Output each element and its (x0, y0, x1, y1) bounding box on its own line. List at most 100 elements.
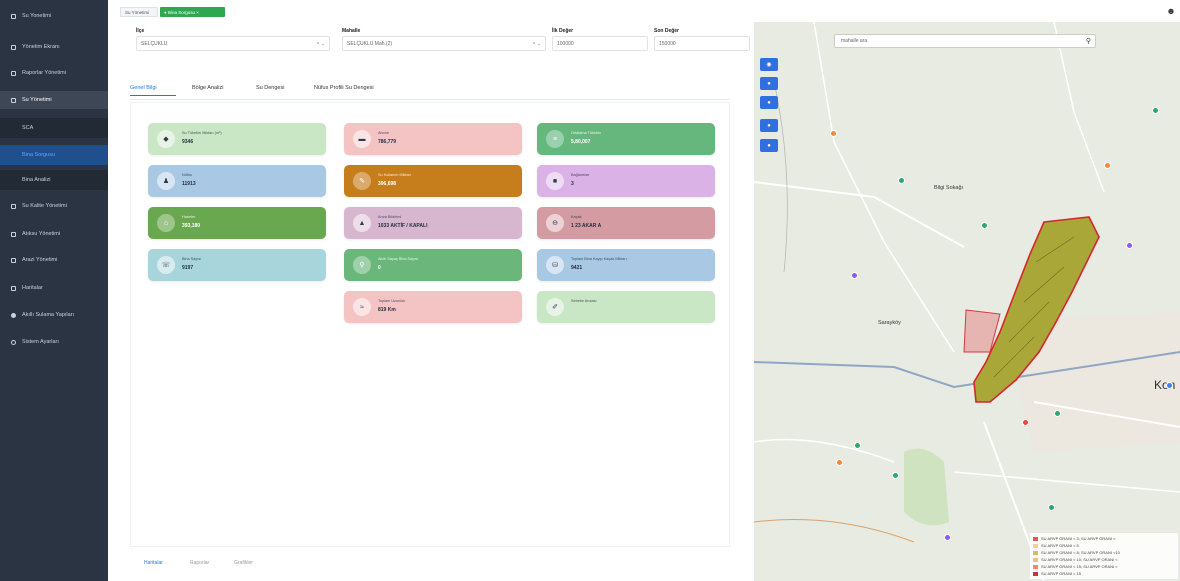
map-poi-marker[interactable] (1054, 410, 1061, 417)
map-layer-button[interactable]: ● (760, 77, 778, 90)
stat-value: 5,80,007 (571, 139, 591, 145)
map-poi-marker[interactable] (1152, 107, 1159, 114)
active-page-tab[interactable]: ● Bina Sorgusu × (160, 7, 225, 17)
district-value: SELÇUKLU (141, 40, 168, 47)
sidebar-item-wastewater[interactable]: Atıksu Yönetimi (0, 225, 108, 243)
stat-label: Akıllı Sayaç Bina Sayısı (378, 257, 419, 261)
stat-value: 1033 AKTİF / KAPALI (378, 223, 428, 229)
map-point-button[interactable]: ● (760, 96, 778, 109)
person-icon: ♟ (157, 172, 175, 190)
sidebar-item-label: Haritalar (22, 285, 43, 291)
stat-value: 9346 (182, 139, 194, 145)
sidebar-item-water[interactable]: Su Yönetimi (0, 91, 108, 109)
sidebar-subitem-label: Bina Sorgusu (22, 152, 56, 158)
start-value-input[interactable]: 100000 (552, 36, 648, 51)
map-poi-marker[interactable] (1104, 162, 1111, 169)
sidebar-item-settings[interactable]: Sistem Ayarları (0, 333, 108, 351)
map-draw-button[interactable]: ● (760, 139, 778, 152)
map-canvas (754, 22, 1180, 581)
report-icon (11, 70, 16, 76)
stat-card-fault-reports: ▲ Arıza Bildirimi 1033 AKTİF / KAPALI (344, 207, 522, 239)
content-tabs: Genel Bilgi Bölge Analizi Su Dengesi Nüf… (130, 85, 730, 99)
stat-value: 1 23 AKAR A (571, 223, 602, 229)
sidebar-item-home[interactable]: Su Yonetimi (0, 7, 108, 25)
map-poi-marker[interactable] (944, 534, 951, 541)
legend-label: SU ARVP ORANI < 15; SU ARVP ORANI < (1041, 564, 1118, 569)
stat-label: Toplam Uzunluk (378, 299, 406, 303)
tab-region-analysis[interactable]: Bölge Analizi (192, 85, 224, 91)
tab-charts[interactable]: Grafikler (234, 560, 253, 566)
sidebar-item-smart-irrigation[interactable]: Akıllı Sulama Yapıları (0, 306, 108, 324)
tab-general[interactable]: Genel Bilgi (130, 85, 157, 91)
legend-row: SU ARVP ORANI < 10; SU ARVP ORANI < (1033, 556, 1175, 563)
map-poi-marker[interactable] (898, 177, 905, 184)
stat-card-avg-consumption: ≡ Ortalama Tüketim 5,80,007 (537, 123, 715, 155)
tab-reports[interactable]: Raporlar (190, 560, 209, 566)
user-icon[interactable]: ☻ (1166, 6, 1176, 16)
map-poi-marker[interactable] (851, 272, 858, 279)
phone-icon: ☏ (157, 256, 175, 274)
pipe-icon: ≈ (353, 298, 371, 316)
clear-chevron-icon[interactable]: × ⌄ (533, 41, 542, 47)
stat-label: Nüfus (182, 173, 192, 177)
tab-water-balance[interactable]: Su Dengesi (256, 85, 284, 91)
map-poi-marker[interactable] (1022, 419, 1029, 426)
sidebar-item-label: Atıksu Yönetimi (22, 231, 61, 237)
sidebar-subitem-bina-sorgusu[interactable]: Bina Sorgusu (0, 145, 108, 165)
sidebar-item-land[interactable]: Arazi Yönetimi (0, 251, 108, 269)
sidebar: Su Yonetimi Yönetim Ekranı Raporlar Yöne… (0, 0, 108, 581)
map-poi-marker[interactable] (830, 130, 837, 137)
stat-card-households: ⌂ Haneler 393,180 (148, 207, 326, 239)
end-value-input[interactable]: 150000 (654, 36, 750, 51)
search-icon[interactable]: ⚲ (1086, 37, 1091, 45)
loss-icon: ⛁ (546, 256, 564, 274)
neighborhood-select[interactable]: SELÇUKLU Mah.(2) × ⌄ (342, 36, 546, 51)
stat-card-smart-meters: ⚲ Akıllı Sayaç Bina Sayısı 0 (344, 249, 522, 281)
legend-label: SU ARVP ORANI < 10; SU ARVP ORANI < (1041, 557, 1118, 562)
sidebar-subitem-bina-analizi[interactable]: Bina Analizi (0, 170, 108, 190)
tab-population-water-balance[interactable]: Nüfus Profili Su Dengesi (314, 85, 374, 91)
map-search-input[interactable]: mahalle ara ⚲ (834, 34, 1096, 48)
sidebar-subitem-sca[interactable]: SCA (0, 118, 108, 138)
water-icon (11, 97, 16, 103)
map-poi-marker[interactable] (1166, 382, 1173, 389)
map-poi-marker[interactable] (1048, 504, 1055, 511)
breadcrumb-tab[interactable]: Su Yönetimi (120, 7, 158, 17)
grid-icon (11, 231, 16, 237)
map-poi-marker[interactable] (1126, 242, 1133, 249)
map-home-button[interactable]: ◉ (760, 58, 778, 71)
leak-icon: ⊖ (546, 214, 564, 232)
legend-label: SU ARVP ORANI < 8; SU ARVP ORANI <10 (1041, 550, 1120, 555)
sidebar-item-label: Sistem Ayarları (22, 339, 59, 345)
stat-card-population: ♟ Nüfus 11913 (148, 165, 326, 197)
bed-icon: ▬ (353, 130, 371, 148)
sidebar-item-reports[interactable]: Raporlar Yönetimi (0, 64, 108, 82)
map-poi-marker[interactable] (836, 459, 843, 466)
map-search-text: mahalle ara (841, 38, 868, 44)
sidebar-item-label: Su Kalite Yönetimi (22, 203, 67, 209)
bottom-tabs: Haritalar Raporlar Grafikler (130, 556, 730, 570)
settings-icon (11, 339, 16, 345)
stat-card-building-loss: ⛁ Toplam Bina Kayıp Kaçak Miktarı 9421 (537, 249, 715, 281)
stat-card-water-consumption: ◆ Su Tüketim Miktarı (m³) 9346 (148, 123, 326, 155)
map-poi-marker[interactable] (981, 222, 988, 229)
tab-maps[interactable]: Haritalar (144, 560, 163, 566)
map-legend: SU ARVP ORANI < 3; SU ARVP ORANI < SU AR… (1030, 533, 1178, 579)
map-measure-button[interactable]: ● (760, 119, 778, 132)
district-select[interactable]: SELÇUKLU × ⌄ (136, 36, 330, 51)
start-value-label: İlk Değer (552, 28, 574, 34)
stat-label: Kaçak (571, 215, 582, 219)
clear-chevron-icon[interactable]: × ⌄ (317, 41, 326, 47)
legend-row: SU ARVP ORANI > 15 (1033, 570, 1175, 577)
sidebar-item-dashboard[interactable]: Yönetim Ekranı (0, 38, 108, 56)
map-poi-marker[interactable] (892, 472, 899, 479)
stat-value: 786,779 (378, 139, 397, 145)
sidebar-item-maps[interactable]: Haritalar (0, 279, 108, 297)
home-icon (11, 13, 16, 19)
sidebar-item-label: Raporlar Yönetimi (22, 70, 66, 76)
tabs-divider (130, 99, 730, 100)
map-label-town: Bilgi Sokağı (934, 185, 964, 191)
sidebar-item-water-quality[interactable]: Su Kalite Yönetimi (0, 197, 108, 215)
map-view[interactable]: mahalle ara ⚲ ◉ ● ● ● ● Bilgi Sokağı Sara… (754, 22, 1180, 581)
map-poi-marker[interactable] (854, 442, 861, 449)
